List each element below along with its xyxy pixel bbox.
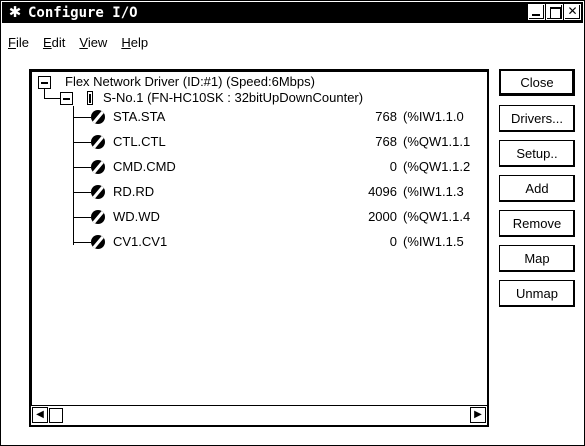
io-point-icon	[91, 110, 105, 124]
maximize-button[interactable]	[546, 4, 563, 20]
io-address-cmd: (%QW1.1.2	[403, 159, 471, 174]
scroll-right-button[interactable]: ▶	[470, 407, 486, 423]
menu-help[interactable]: Help	[121, 35, 148, 55]
remove-button[interactable]: Remove	[499, 210, 575, 237]
io-name-wd[interactable]: WD.WD	[113, 208, 160, 226]
close-window-button[interactable]: ✕	[564, 4, 581, 20]
io-name-ctl[interactable]: CTL.CTL	[113, 133, 166, 151]
io-point-icon	[91, 135, 105, 149]
arrow-right-icon: ▶	[474, 409, 482, 420]
io-point-icon	[91, 210, 105, 224]
io-value-rd: 4096	[368, 184, 397, 199]
gear-cross-icon: ✱	[8, 3, 22, 21]
io-point-icon	[91, 160, 105, 174]
configure-io-window: ✱ Configure I/O ✕ File Edit View Help Fl…	[0, 0, 585, 446]
io-address-wd: (%QW1.1.4	[403, 209, 471, 224]
scroll-thumb[interactable]	[49, 408, 63, 423]
io-value-sta: 768	[375, 109, 397, 124]
menu-edit[interactable]: Edit	[43, 35, 65, 55]
map-button[interactable]: Map	[499, 245, 575, 272]
io-name-cv1[interactable]: CV1.CV1	[113, 233, 167, 251]
menu-file[interactable]: File	[8, 35, 29, 55]
io-address-sta: (%IW1.1.0	[403, 109, 464, 124]
io-value-cmd: 0	[389, 159, 397, 174]
close-icon: ✕	[567, 4, 578, 18]
tree-slave-label[interactable]: S-No.1 (FN-HC10SK : 32bitUpDownCounter)	[103, 89, 363, 107]
menu-view[interactable]: View	[79, 35, 107, 55]
scroll-left-button[interactable]: ◀	[32, 407, 48, 423]
io-address-cv1: (%IW1.1.5	[403, 234, 464, 249]
io-tree-view[interactable]: Flex Network Driver (ID:#1) (Speed:6Mbps…	[29, 69, 489, 427]
io-point-icon	[91, 185, 105, 199]
slave-device-icon	[87, 91, 93, 105]
minimize-button[interactable]	[528, 4, 545, 20]
window-controls: ✕	[528, 4, 581, 20]
io-point-icon	[91, 235, 105, 249]
io-name-cmd[interactable]: CMD.CMD	[113, 158, 176, 176]
io-address-ctl: (%QW1.1.1	[403, 134, 471, 149]
io-address-rd: (%IW1.1.3	[403, 184, 464, 199]
io-name-sta[interactable]: STA.STA	[113, 108, 165, 126]
close-button[interactable]: Close	[499, 69, 575, 96]
io-value-wd: 2000	[368, 209, 397, 224]
arrow-left-icon: ◀	[36, 409, 44, 420]
window-title: Configure I/O	[28, 4, 138, 21]
title-bar[interactable]: ✱ Configure I/O ✕	[2, 2, 583, 23]
unmap-button[interactable]: Unmap	[499, 280, 575, 307]
io-name-rd[interactable]: RD.RD	[113, 183, 154, 201]
setup-button[interactable]: Setup..	[499, 140, 575, 167]
io-value-ctl: 768	[375, 134, 397, 149]
add-button[interactable]: Add	[499, 175, 575, 202]
io-value-cv1: 0	[389, 234, 397, 249]
menu-bar: File Edit View Help	[2, 35, 156, 55]
root-collapse-toggle[interactable]	[38, 76, 51, 89]
horizontal-scrollbar[interactable]: ◀ ▶	[31, 405, 487, 425]
drivers-button[interactable]: Drivers...	[499, 105, 575, 132]
slave-collapse-toggle[interactable]	[60, 92, 73, 105]
